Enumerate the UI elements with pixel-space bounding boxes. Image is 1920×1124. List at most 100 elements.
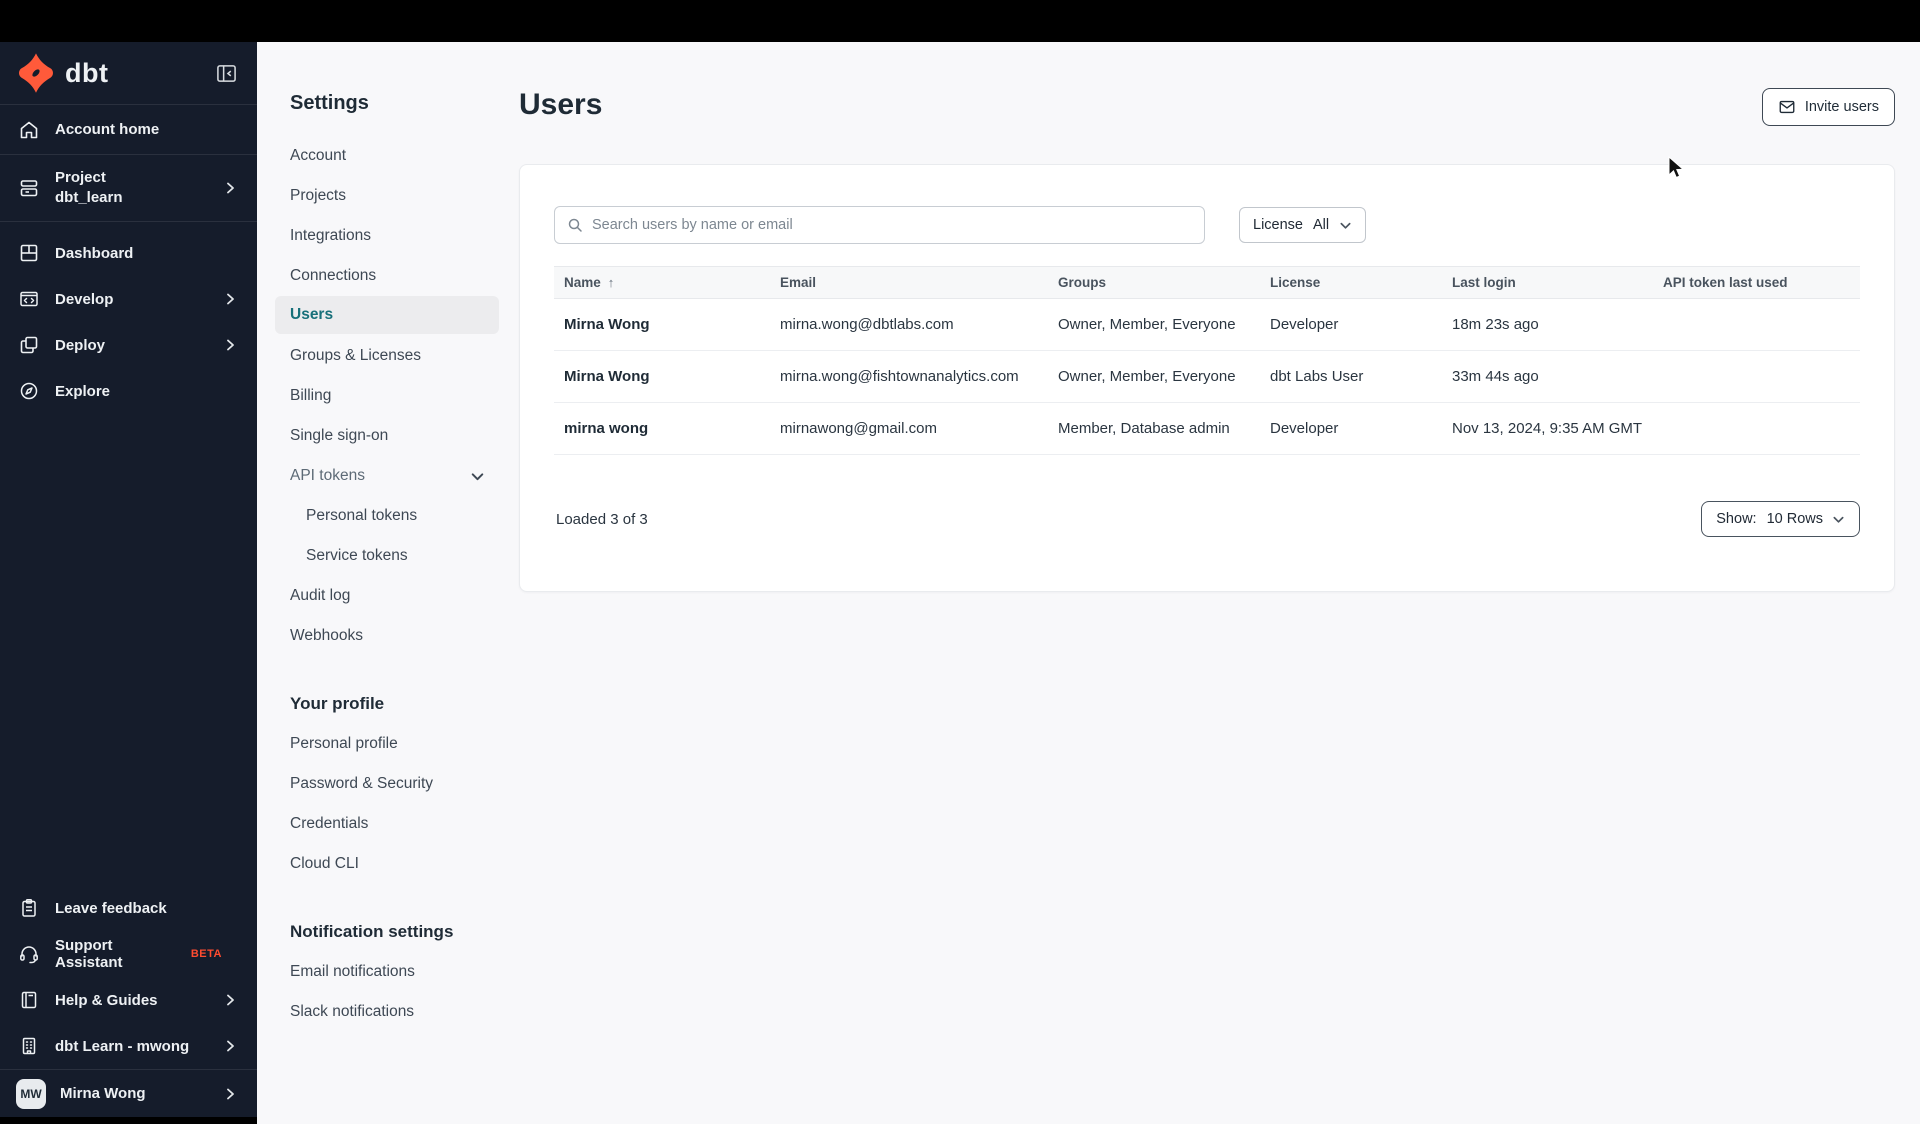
chevron-right-icon [227, 994, 234, 1006]
settings-nav-item-password-security[interactable]: Password & Security [290, 764, 499, 804]
dbt-logo: dbt [15, 52, 108, 94]
bottom-strip [0, 1117, 257, 1124]
building-icon [22, 1037, 36, 1055]
settings-nav-item-single-sign-on[interactable]: Single sign-on [290, 416, 499, 456]
table-row[interactable]: Mirna Wong mirna.wong@dbtlabs.com Owner, M… [554, 299, 1860, 351]
cell-last-login: Nov 13, 2024, 9:35 AM GMT [1452, 420, 1643, 437]
users-card: License All Name↑EmailGroupsLicenseLast … [519, 164, 1895, 592]
chevron-down-icon [1340, 222, 1351, 229]
sidebar-item-explore[interactable]: Explore [0, 368, 257, 414]
license-filter-button[interactable]: License All [1239, 207, 1367, 243]
search-box [554, 206, 1205, 244]
settings-nav-item-integrations[interactable]: Integrations [290, 216, 499, 256]
settings-nav-item-api-tokens[interactable]: API tokens [290, 456, 499, 496]
home-icon [20, 121, 38, 138]
sidebar-user-menu[interactable]: MW Mirna Wong [0, 1069, 257, 1117]
sidebar-item-account-home[interactable]: Account home [0, 105, 257, 155]
page-title: Users [519, 88, 603, 121]
settings-nav: Settings Account Projects Integrations Conne… [257, 42, 519, 1124]
settings-nav-item-account[interactable]: Account [290, 136, 499, 176]
cell-groups: Member, Database admin [1058, 420, 1230, 437]
cell-license: Developer [1270, 316, 1339, 333]
cell-last-login: 18m 23s ago [1452, 316, 1539, 333]
column-header-api-token-last-used[interactable]: API token last used [1653, 275, 1860, 290]
settings-nav-item-slack-notifications[interactable]: Slack notifications [290, 992, 499, 1032]
settings-nav-item-groups-licenses[interactable]: Groups & Licenses [290, 336, 499, 376]
sidebar-item-dbt-learn[interactable]: dbt Learn - mwong [0, 1023, 257, 1069]
cell-email: mirna.wong@fishtownanalytics.com [780, 368, 1019, 385]
sidebar-collapse-icon[interactable] [216, 63, 237, 84]
table-row[interactable]: mirna wong mirnawong@gmail.com Member, Dat… [554, 403, 1860, 455]
dbt-logo-icon [19, 53, 53, 93]
settings-nav-item-billing[interactable]: Billing [290, 376, 499, 416]
column-header-last-login[interactable]: Last login [1442, 275, 1653, 290]
develop-icon [20, 291, 38, 307]
sidebar-item-deploy[interactable]: Deploy [0, 322, 257, 368]
sidebar-footer: Leave feedback Support Assistant BETA He… [0, 885, 257, 1124]
chevron-down-icon [1833, 516, 1844, 523]
project-icon [20, 180, 38, 197]
sidebar-item-develop[interactable]: Develop [0, 276, 257, 322]
settings-nav-item-service-tokens[interactable]: Service tokens [290, 536, 499, 576]
main-content: Users Invite users Licen [519, 42, 1920, 1124]
cell-license: Developer [1270, 420, 1339, 437]
sidebar-item-help-guides[interactable]: Help & Guides [0, 977, 257, 1023]
explore-icon [20, 382, 38, 400]
table-row[interactable]: Mirna Wong mirna.wong@fishtownanalytics.c… [554, 351, 1860, 403]
search-icon [568, 218, 582, 232]
settings-nav-item-personal-profile[interactable]: Personal profile [290, 724, 499, 764]
search-users-input[interactable] [592, 217, 1192, 233]
table-body: Mirna Wong mirna.wong@dbtlabs.com Owner, M… [554, 299, 1860, 455]
sidebar-user-name: Mirna Wong [60, 1085, 146, 1102]
cell-license: dbt Labs User [1270, 368, 1364, 385]
chevron-right-icon [227, 1040, 234, 1052]
users-table: Name ↑ Email Groups License Last login API tok… [554, 266, 1860, 455]
os-top-bar [0, 0, 1920, 42]
sidebar: dbt Account home Project dbt_learn Dashb… [0, 42, 257, 1124]
envelope-icon [1779, 100, 1795, 114]
invite-users-button[interactable]: Invite users [1761, 88, 1895, 126]
loaded-count: Loaded 3 of 3 [556, 510, 648, 528]
column-header-name[interactable]: Name ↑ [554, 275, 770, 290]
settings-nav-item-email-notifications[interactable]: Email notifications [290, 952, 499, 992]
settings-nav-item-webhooks[interactable]: Webhooks [290, 616, 499, 656]
settings-nav-item-personal-tokens[interactable]: Personal tokens [290, 496, 499, 536]
sidebar-header: dbt [0, 42, 257, 105]
chevron-down-icon [471, 472, 484, 480]
cell-groups: Owner, Member, Everyone [1058, 316, 1236, 333]
avatar: MW [16, 1078, 46, 1109]
cell-name: Mirna Wong [564, 316, 650, 333]
dbt-logo-text: dbt [65, 57, 109, 88]
show-rows-button[interactable]: Show: 10 Rows [1701, 501, 1860, 537]
cell-name: Mirna Wong [564, 368, 650, 385]
settings-nav-item-projects[interactable]: Projects [290, 176, 499, 216]
dashboard-icon [20, 244, 38, 262]
cell-email: mirnawong@gmail.com [780, 420, 937, 437]
sidebar-item-dashboard[interactable]: Dashboard [0, 230, 257, 276]
settings-nav-item-credentials[interactable]: Credentials [290, 804, 499, 844]
cell-last-login: 33m 44s ago [1452, 368, 1539, 385]
cell-groups: Owner, Member, Everyone [1058, 368, 1236, 385]
settings-heading-settings: Settings [290, 92, 369, 114]
sidebar-item-leave-feedback[interactable]: Leave feedback [0, 885, 257, 931]
column-header-groups[interactable]: Groups [1048, 275, 1260, 290]
beta-badge: BETA [190, 948, 222, 960]
book-icon [21, 991, 37, 1009]
settings-heading-your-profile: Your profile [290, 694, 385, 713]
chevron-right-icon [227, 182, 234, 194]
clipboard-icon [22, 899, 36, 917]
sidebar-item-project[interactable]: Project dbt_learn [0, 155, 257, 222]
column-header-license[interactable]: License [1260, 275, 1442, 290]
table-header-row: Name ↑ Email Groups License Last login API tok… [554, 266, 1860, 299]
cell-name: mirna wong [564, 420, 649, 437]
settings-nav-item-users[interactable]: Users [275, 296, 499, 334]
sidebar-nav: Account home Project dbt_learn Dashboard… [0, 105, 257, 414]
settings-nav-item-audit-log[interactable]: Audit log [290, 576, 499, 616]
settings-nav-item-cloud-cli[interactable]: Cloud CLI [290, 844, 499, 884]
column-header-email[interactable]: Email [770, 275, 1048, 290]
chevron-right-icon [227, 1088, 234, 1099]
sidebar-item-support-assistant[interactable]: Support Assistant BETA [0, 931, 257, 977]
settings-nav-item-connections[interactable]: Connections [290, 256, 499, 296]
deploy-icon [20, 336, 38, 354]
sort-asc-icon: ↑ [607, 275, 615, 290]
